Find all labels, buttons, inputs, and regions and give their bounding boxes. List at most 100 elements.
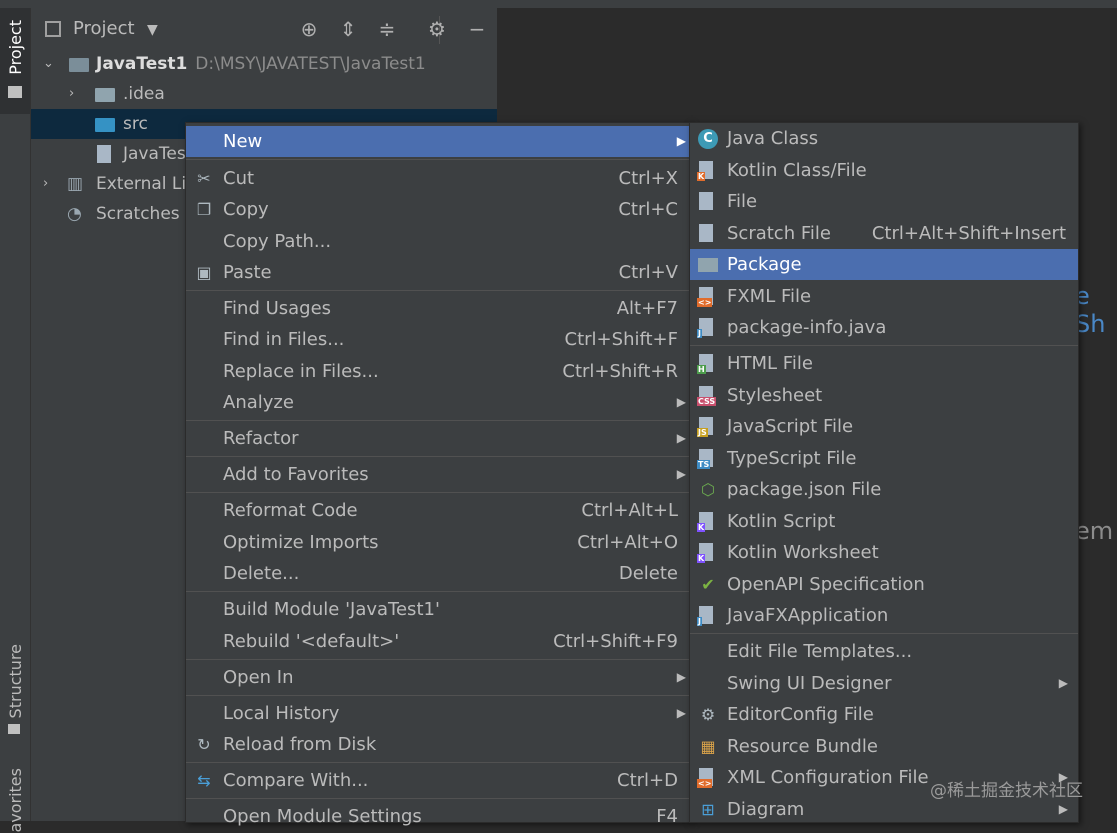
expand-all-icon[interactable]: ⇕	[336, 17, 360, 41]
tree-label: src	[123, 114, 148, 134]
root-name: JavaTest1	[96, 54, 188, 74]
submenu-item-editorconfig[interactable]: ⚙ EditorConfig File	[690, 699, 1078, 730]
submenu-item-package-json[interactable]: ⬡ package.json File	[690, 474, 1078, 505]
chevron-right-icon: ▶	[676, 395, 686, 409]
locate-icon[interactable]: ⊕	[297, 17, 321, 41]
menu-item-open-module-settings[interactable]: Open Module Settings F4	[186, 801, 690, 832]
context-menu: New ▶ ✂ Cut Ctrl+X ❐ Copy Ctrl+C Copy Pa…	[185, 122, 691, 827]
chevron-right-icon: ▶	[676, 706, 686, 720]
menu-separator	[186, 290, 690, 291]
minimize-icon[interactable]: −	[465, 17, 489, 41]
menu-item-find-in-files[interactable]: Find in Files... Ctrl+Shift+F	[186, 324, 690, 355]
gear-icon[interactable]: ⚙	[425, 17, 449, 41]
tool-window-strip: Project Structure avorites	[0, 8, 31, 833]
submenu-item-openapi[interactable]: ✔ OpenAPI Specification	[690, 569, 1078, 600]
submenu-item-scratch-file[interactable]: Scratch File Ctrl+Alt+Shift+Insert	[690, 218, 1078, 249]
js-file-icon: JS	[697, 417, 713, 437]
tree-row-root[interactable]: ⌄ JavaTest1 D:\MSY\JAVATEST\JavaTest1	[31, 49, 497, 79]
chevron-right-icon: ▶	[676, 467, 686, 481]
tree-row-idea[interactable]: › .idea	[31, 79, 497, 109]
submenu-item-stylesheet[interactable]: CSS Stylesheet	[690, 380, 1078, 411]
menu-item-compare-with[interactable]: ⇆ Compare With... Ctrl+D	[186, 765, 690, 796]
chevron-right-icon: ▶	[676, 670, 686, 684]
menu-item-find-usages[interactable]: Find Usages Alt+F7	[186, 293, 690, 324]
submenu-item-kotlin-worksheet[interactable]: K Kotlin Worksheet	[690, 537, 1078, 568]
submenu-item-javafx-application[interactable]: J JavaFXApplication	[690, 600, 1078, 631]
submenu-item-html-file[interactable]: H HTML File	[690, 348, 1078, 379]
tree-label: .idea	[123, 84, 165, 104]
menu-item-refactor[interactable]: Refactor ▶	[186, 423, 690, 454]
scratches-icon: ◔	[67, 204, 82, 224]
menu-item-open-in[interactable]: Open In ▶	[186, 662, 690, 693]
package-icon	[698, 258, 718, 272]
submenu-item-javascript-file[interactable]: JS JavaScript File	[690, 411, 1078, 442]
menu-item-rebuild[interactable]: Rebuild '<default>' Ctrl+Shift+F9	[186, 626, 690, 657]
scissors-icon: ✂	[197, 169, 211, 188]
editor-hint: e Sh	[1075, 282, 1106, 338]
tree-label: External Li	[96, 174, 187, 194]
submenu-item-java-class[interactable]: C Java Class	[690, 123, 1078, 154]
submenu-item-edit-file-templates[interactable]: Edit File Templates...	[690, 636, 1078, 667]
menu-separator	[186, 492, 690, 493]
menu-item-new[interactable]: New ▶	[186, 126, 690, 157]
new-submenu: C Java Class K Kotlin Class/File File Sc…	[689, 122, 1079, 823]
favorites-tab-label: avorites	[6, 768, 25, 833]
chevron-down-icon[interactable]: ▼	[147, 22, 158, 38]
diagram-icon: ⊞	[701, 800, 715, 819]
submenu-item-package-info[interactable]: J package-info.java	[690, 312, 1078, 343]
project-tool-tab[interactable]: Project	[0, 8, 30, 114]
menu-item-reload-from-disk[interactable]: ↻ Reload from Disk	[186, 729, 690, 760]
menu-separator	[186, 159, 690, 160]
openapi-icon: ✔	[701, 575, 715, 594]
panel-header: Project ▼ ⊕ ⇕ ≑ ⚙ −	[31, 8, 497, 52]
submenu-item-kotlin-script[interactable]: K Kotlin Script	[690, 506, 1078, 537]
structure-tab-label: Structure	[6, 644, 25, 719]
kotlin-worksheet-icon: K	[697, 543, 713, 563]
chevron-down-icon[interactable]: ⌄	[43, 49, 54, 79]
menu-separator	[186, 456, 690, 457]
panel-title[interactable]: Project	[73, 18, 135, 39]
menu-item-copy-path[interactable]: Copy Path...	[186, 226, 690, 257]
java-file-icon: J	[697, 606, 713, 626]
menu-item-copy[interactable]: ❐ Copy Ctrl+C	[186, 194, 690, 225]
submenu-item-resource-bundle[interactable]: ▦ Resource Bundle	[690, 731, 1078, 762]
menu-separator	[186, 420, 690, 421]
java-file-icon: J	[697, 318, 713, 338]
top-strip	[0, 0, 1117, 8]
copy-icon: ❐	[196, 200, 212, 219]
menu-separator	[690, 345, 1078, 346]
ts-file-icon: TS	[697, 449, 713, 469]
menu-item-paste[interactable]: ▣ Paste Ctrl+V	[186, 257, 690, 288]
menu-separator	[690, 633, 1078, 634]
menu-item-reformat-code[interactable]: Reformat Code Ctrl+Alt+L	[186, 495, 690, 526]
menu-separator	[186, 762, 690, 763]
menu-item-delete[interactable]: Delete... Delete	[186, 558, 690, 589]
folder-icon	[8, 86, 22, 98]
submenu-item-file[interactable]: File	[690, 186, 1078, 217]
menu-item-cut[interactable]: ✂ Cut Ctrl+X	[186, 163, 690, 194]
menu-item-local-history[interactable]: Local History ▶	[186, 698, 690, 729]
chevron-right-icon: ▶	[676, 431, 686, 445]
collapse-all-icon[interactable]: ≑	[375, 17, 399, 41]
editor-hint: em	[1075, 517, 1114, 545]
menu-item-build-module[interactable]: Build Module 'JavaTest1'	[186, 594, 690, 625]
submenu-item-swing-ui-designer[interactable]: Swing UI Designer ▶	[690, 668, 1078, 699]
menu-item-optimize-imports[interactable]: Optimize Imports Ctrl+Alt+O	[186, 527, 690, 558]
menu-item-add-to-favorites[interactable]: Add to Favorites ▶	[186, 459, 690, 490]
kotlin-file-icon: K	[697, 161, 713, 181]
submenu-item-package[interactable]: Package	[690, 249, 1078, 280]
menu-item-analyze[interactable]: Analyze ▶	[186, 387, 690, 418]
menu-item-replace-in-files[interactable]: Replace in Files... Ctrl+Shift+R	[186, 356, 690, 387]
chevron-right-icon: ▶	[1058, 676, 1068, 690]
compare-icon: ⇆	[197, 771, 211, 790]
library-icon: ▥	[67, 174, 84, 194]
submenu-item-fxml-file[interactable]: <> FXML File	[690, 281, 1078, 312]
chevron-right-icon[interactable]: ›	[69, 79, 74, 109]
gear-icon: ⚙	[700, 705, 716, 724]
submenu-item-kotlin-class[interactable]: K Kotlin Class/File	[690, 155, 1078, 186]
chevron-right-icon[interactable]: ›	[43, 169, 48, 199]
css-file-icon: CSS	[697, 386, 717, 406]
html-file-icon: H	[697, 354, 713, 374]
submenu-item-typescript-file[interactable]: TS TypeScript File	[690, 443, 1078, 474]
source-folder-icon	[95, 118, 115, 132]
